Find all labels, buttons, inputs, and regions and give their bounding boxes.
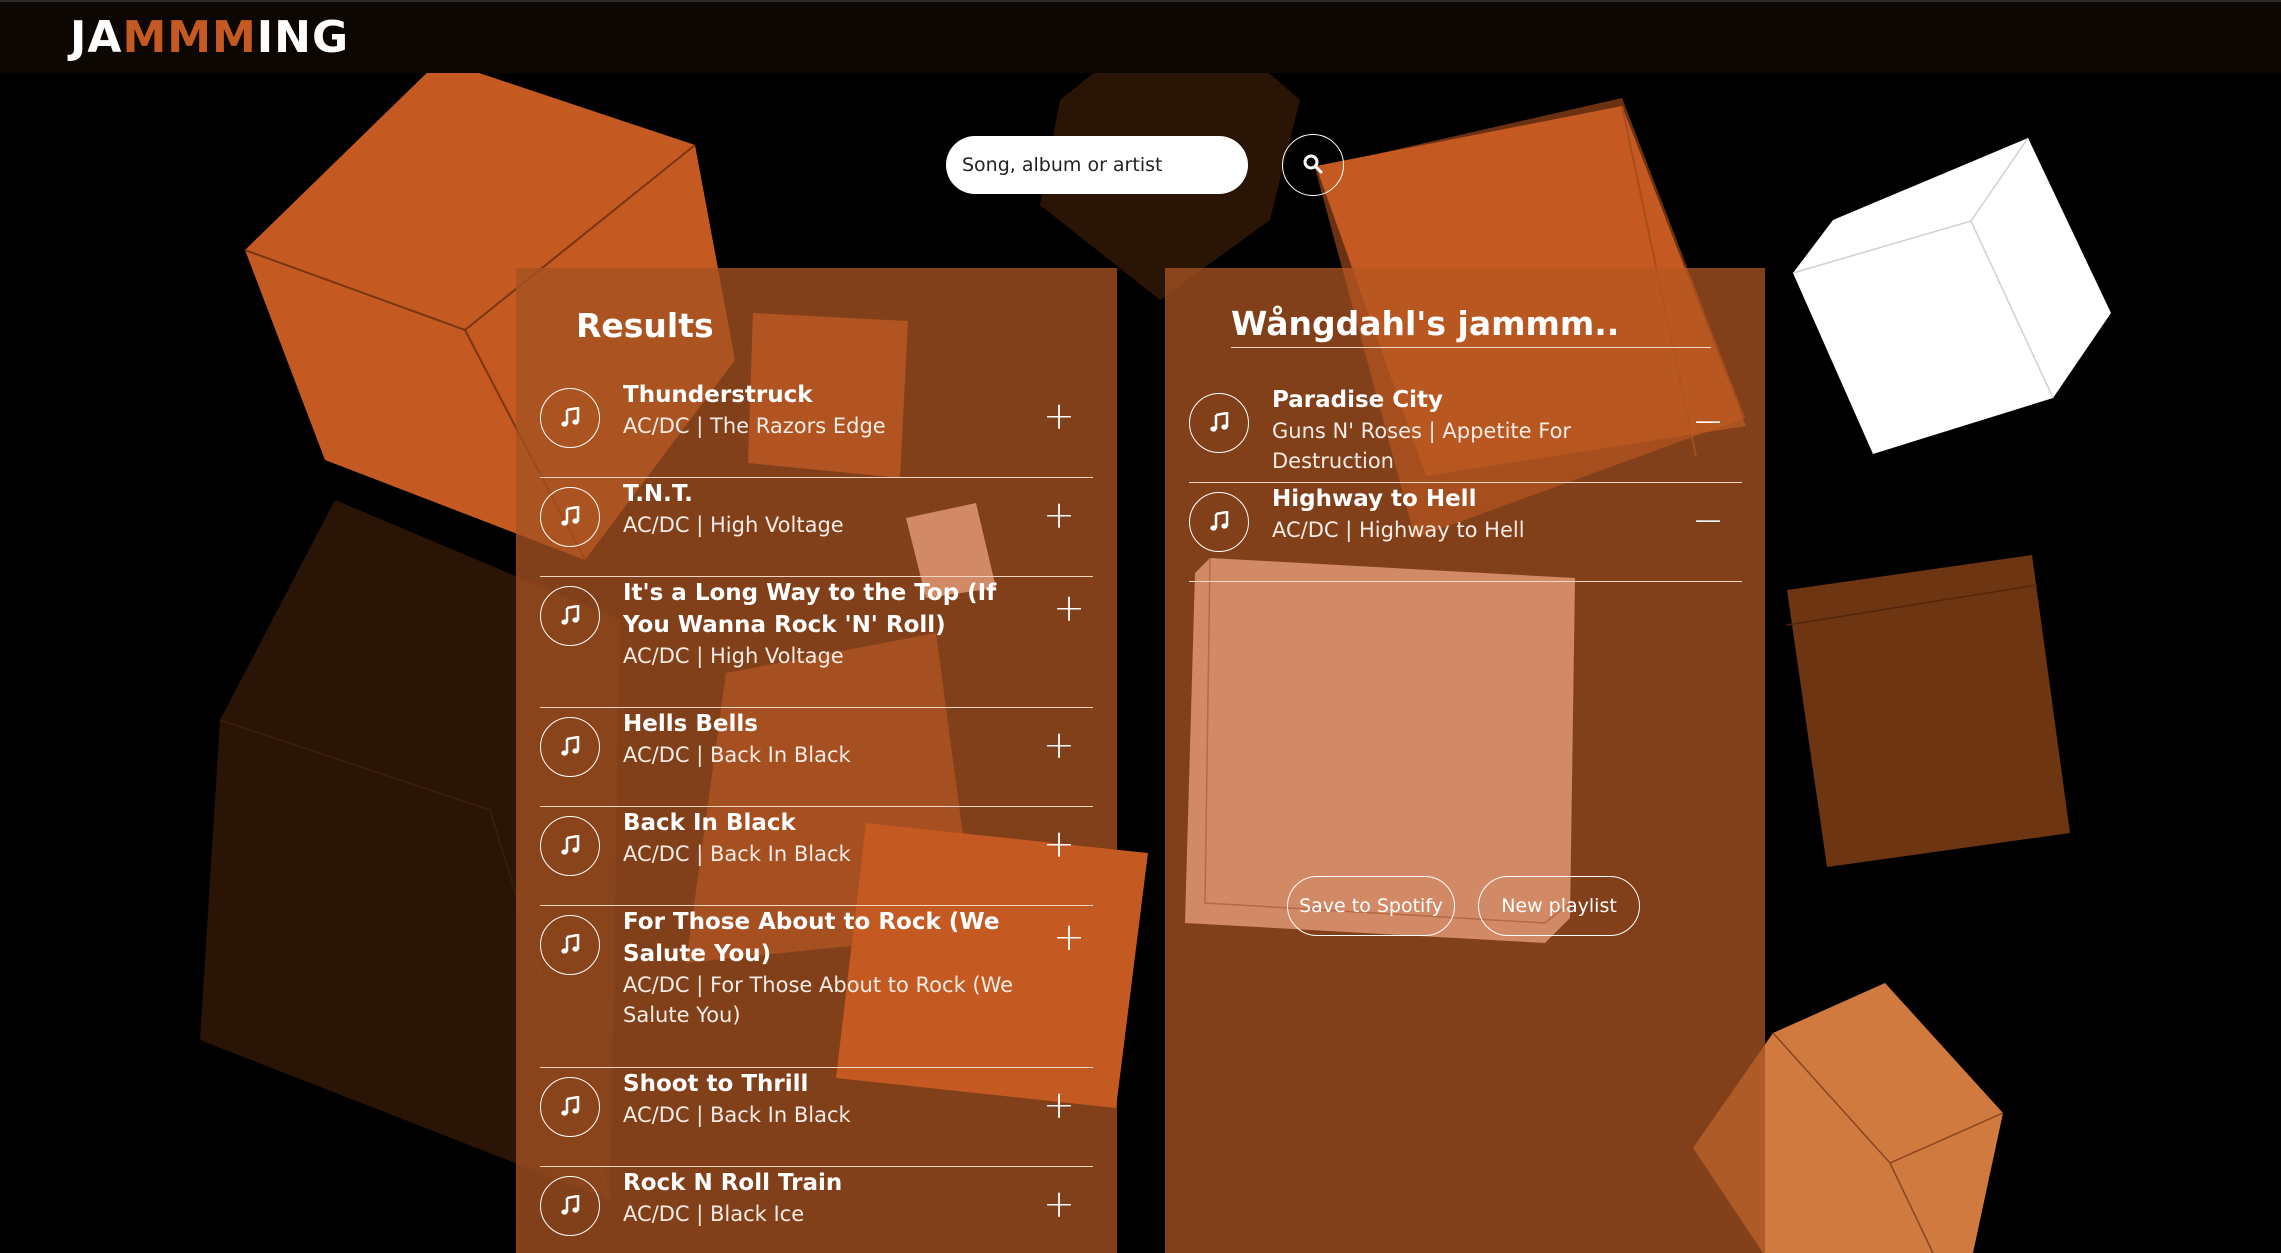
add-track-button[interactable]: + xyxy=(1043,1185,1075,1223)
music-note-icon xyxy=(1189,393,1249,453)
music-note-icon xyxy=(1189,492,1249,552)
track-name: For Those About to Rock (We Salute You) xyxy=(623,909,1000,967)
add-track-button[interactable]: + xyxy=(1043,726,1075,764)
search-button[interactable] xyxy=(1282,134,1344,196)
track-name: T.N.T. xyxy=(623,481,693,507)
playlist-panel: Wångdahl's jammm.. Paradise City Guns N' … xyxy=(1165,98,1765,1253)
music-note-icon xyxy=(540,717,600,777)
results-title: Results xyxy=(576,306,714,345)
track-row: It's a Long Way to the Top (If You Wanna… xyxy=(540,577,1093,708)
music-note-icon xyxy=(540,915,600,975)
track-name: Highway to Hell xyxy=(1272,486,1477,512)
add-track-button[interactable]: + xyxy=(1043,825,1075,863)
save-to-spotify-button[interactable]: Save to Spotify xyxy=(1287,876,1455,936)
remove-track-button[interactable]: − xyxy=(1692,402,1724,440)
track-info: Guns N' Roses | Appetite For Destruction xyxy=(1272,419,1572,473)
track-row: For Those About to Rock (We Salute You) A… xyxy=(540,906,1093,1068)
music-note-icon xyxy=(540,388,600,448)
track-row: Back In Black AC/DC | Back In Black + xyxy=(540,807,1093,906)
music-note-icon xyxy=(540,1077,600,1137)
app-logo: JAMMMING xyxy=(70,12,350,63)
track-name: Hells Bells xyxy=(623,711,758,737)
track-row: Shoot to Thrill AC/DC | Back In Black + xyxy=(540,1068,1093,1167)
results-panel: Results Thunderstruck AC/DC | The Razors … xyxy=(516,268,1148,1253)
top-bar: JAMMMING xyxy=(0,0,2281,73)
track-row: Hells Bells AC/DC | Back In Black + xyxy=(540,708,1093,807)
add-track-button[interactable]: + xyxy=(1043,397,1075,435)
track-info: AC/DC | High Voltage xyxy=(623,513,844,537)
track-info: AC/DC | Black Ice xyxy=(623,1202,805,1226)
music-note-icon xyxy=(540,487,600,547)
track-info: AC/DC | For Those About to Rock (We Salu… xyxy=(623,973,1014,1027)
track-name: Paradise City xyxy=(1272,387,1444,413)
track-name: It's a Long Way to the Top (If You Wanna… xyxy=(623,580,997,638)
remove-track-button[interactable]: − xyxy=(1692,501,1724,539)
add-track-button[interactable]: + xyxy=(1043,496,1075,534)
track-info: AC/DC | High Voltage xyxy=(623,644,844,668)
music-note-icon xyxy=(540,586,600,646)
search-input[interactable] xyxy=(946,136,1248,194)
track-info: AC/DC | Back In Black xyxy=(623,743,851,767)
decorative-cube xyxy=(1786,555,2072,867)
track-name: Shoot to Thrill xyxy=(623,1071,809,1097)
track-info: AC/DC | Back In Black xyxy=(623,1103,851,1127)
track-info: AC/DC | Highway to Hell xyxy=(1272,518,1525,542)
track-name: Thunderstruck xyxy=(623,382,813,408)
playlist-title: Wångdahl's jammm.. xyxy=(1231,304,1711,348)
search-icon xyxy=(1302,153,1324,178)
new-playlist-button[interactable]: New playlist xyxy=(1478,876,1640,936)
music-note-icon xyxy=(540,816,600,876)
track-row: Paradise City Guns N' Roses | Appetite Fo… xyxy=(1189,384,1742,483)
track-info: AC/DC | The Razors Edge xyxy=(623,414,886,438)
track-row: Highway to Hell AC/DC | Highway to Hell − xyxy=(1189,483,1742,582)
track-row: Thunderstruck AC/DC | The Razors Edge + xyxy=(540,379,1093,478)
add-track-button[interactable]: + xyxy=(1053,918,1085,956)
decorative-cube xyxy=(1792,137,2111,454)
add-track-button[interactable]: + xyxy=(1043,1086,1075,1124)
track-row: Rock N Roll Train AC/DC | Black Ice + xyxy=(540,1167,1093,1253)
track-name: Back In Black xyxy=(623,810,796,836)
track-name: Rock N Roll Train xyxy=(623,1170,843,1196)
track-info: AC/DC | Back In Black xyxy=(623,842,851,866)
add-track-button[interactable]: + xyxy=(1053,589,1085,627)
track-row: T.N.T. AC/DC | High Voltage + xyxy=(540,478,1093,577)
music-note-icon xyxy=(540,1176,600,1236)
